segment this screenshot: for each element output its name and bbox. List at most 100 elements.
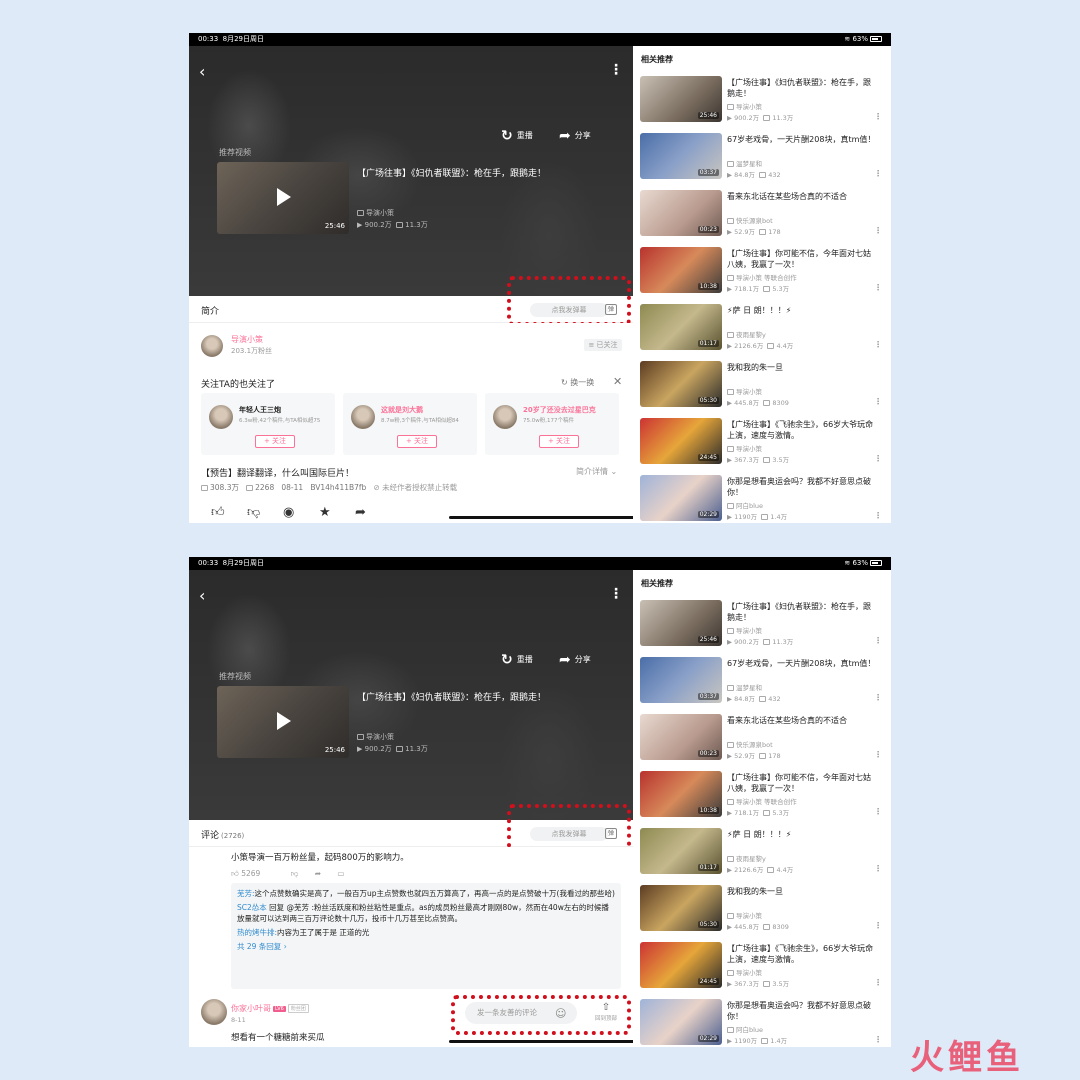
- close-icon[interactable]: ✕: [613, 375, 622, 388]
- back-arrow-icon[interactable]: ‹: [199, 586, 205, 605]
- related-thumbnail[interactable]: 00:23: [640, 190, 722, 236]
- more-vertical-icon[interactable]: ⋮: [874, 636, 882, 645]
- reply-icon[interactable]: ▭: [337, 869, 344, 878]
- video-player[interactable]: ‹ ⋮ ↻ 重播 ➦ 分享 推荐视频 25:46 【广场往事】《妇仇者联盟》：枪在手…: [189, 570, 633, 820]
- related-thumbnail[interactable]: 25:46: [640, 76, 722, 122]
- share-icon[interactable]: ➦: [355, 505, 391, 520]
- tab-intro[interactable]: 简介: [201, 304, 219, 317]
- like-icon[interactable]: 👍︎: [211, 505, 247, 520]
- related-item[interactable]: 01:17 ⚡萨 日 朗！！！⚡ 夜雨星黎y ▶ 2126.6万 4.4万 ⋮: [640, 828, 886, 878]
- swap-button[interactable]: ↻ 换一换: [561, 377, 594, 388]
- related-title-text[interactable]: 【广场往事】你可能不信，今年面对七姑八姨，我赢了一次！: [727, 248, 877, 270]
- recommend-title[interactable]: 【广场往事】《妇仇者联盟》：枪在手，跟鹅走！: [357, 166, 546, 179]
- related-thumbnail[interactable]: 25:46: [640, 600, 722, 646]
- reply-list[interactable]: 芜芳:这个点赞数确实是高了，一般百万up主点赞数也就四五万算高了，再高一点的是点…: [231, 883, 621, 989]
- more-vertical-icon[interactable]: ⋮: [874, 511, 882, 520]
- follow-button[interactable]: + 关注: [397, 435, 437, 448]
- related-item[interactable]: 25:46 【广场往事】《妇仇者联盟》：枪在手，跟鹅走！ 导演小策 ▶ 900.…: [640, 76, 886, 126]
- related-item[interactable]: 02:29 你那是想看奥运会吗？我都不好意思点破你！ 阿白blue ▶ 1190…: [640, 999, 886, 1047]
- more-vertical-icon[interactable]: ⋮: [874, 112, 882, 121]
- more-vertical-icon[interactable]: ⋮: [609, 586, 623, 602]
- more-vertical-icon[interactable]: ⋮: [874, 750, 882, 759]
- related-item[interactable]: 00:23 看来东北话在某些场合真的不适合 快乐源泉bot ▶ 52.9万 17…: [640, 190, 886, 240]
- tab-comments[interactable]: 评论 (2726): [201, 828, 244, 841]
- related-item[interactable]: 02:29 你那是想看奥运会吗？我都不好意思点破你！ 阿白blue ▶ 1190…: [640, 475, 886, 523]
- related-thumbnail[interactable]: 02:29: [640, 475, 722, 521]
- related-title-text[interactable]: 看来东北话在某些场合真的不适合: [727, 715, 877, 726]
- recommend-thumbnail[interactable]: 25:46: [217, 686, 349, 758]
- related-item[interactable]: 05:30 我和我的朱一旦 导演小策 ▶ 445.8万 8309 ⋮: [640, 885, 886, 935]
- related-thumbnail[interactable]: 02:29: [640, 999, 722, 1045]
- related-thumbnail[interactable]: 24:45: [640, 942, 722, 988]
- more-vertical-icon[interactable]: ⋮: [874, 283, 882, 292]
- related-title-text[interactable]: 【广场往事】《飞驰余生》，66岁大爷玩命上演，速度与激情。: [727, 943, 877, 965]
- share-button[interactable]: ➦ 分享: [559, 128, 591, 144]
- related-thumbnail[interactable]: 10:38: [640, 247, 722, 293]
- related-title-text[interactable]: 【广场往事】《妇仇者联盟》：枪在手，跟鹅走！: [727, 601, 877, 623]
- reply-author[interactable]: 芜芳:: [237, 889, 255, 898]
- related-item[interactable]: 24:45 【广场往事】《飞驰余生》，66岁大爷玩命上演，速度与激情。 导演小策…: [640, 942, 886, 992]
- related-thumbnail[interactable]: 03:37: [640, 657, 722, 703]
- avatar[interactable]: [201, 335, 223, 357]
- recommend-title[interactable]: 【广场往事】《妇仇者联盟》：枪在手，跟鹅走！: [357, 690, 546, 703]
- avatar[interactable]: [201, 999, 227, 1025]
- related-thumbnail[interactable]: 01:17: [640, 304, 722, 350]
- related-item[interactable]: 10:38 【广场往事】你可能不信，今年面对七姑八姨，我赢了一次！ 导演小策 等…: [640, 771, 886, 821]
- related-thumbnail[interactable]: 05:30: [640, 885, 722, 931]
- related-thumbnail[interactable]: 03:37: [640, 133, 722, 179]
- related-item[interactable]: 03:37 67岁老戏骨，一天片酬208块，真tm值！ 温梦星和 ▶ 84.8万…: [640, 133, 886, 183]
- more-vertical-icon[interactable]: ⋮: [874, 978, 882, 987]
- recommend-thumbnail[interactable]: 25:46: [217, 162, 349, 234]
- share-icon[interactable]: ➦: [315, 869, 321, 878]
- back-arrow-icon[interactable]: ‹: [199, 62, 205, 81]
- all-replies-link[interactable]: 共 29 条回复 ›: [237, 941, 615, 952]
- replay-button[interactable]: ↻ 重播: [501, 652, 533, 668]
- related-title-text[interactable]: 【广场往事】《妇仇者联盟》：枪在手，跟鹅走！: [727, 77, 877, 99]
- more-vertical-icon[interactable]: ⋮: [874, 864, 882, 873]
- more-vertical-icon[interactable]: ⋮: [874, 921, 882, 930]
- related-title-text[interactable]: 【广场往事】《飞驰余生》，66岁大爷玩命上演，速度与激情。: [727, 419, 877, 441]
- related-item[interactable]: 10:38 【广场往事】你可能不信，今年面对七姑八姨，我赢了一次！ 导演小策 等…: [640, 247, 886, 297]
- more-vertical-icon[interactable]: ⋮: [874, 807, 882, 816]
- related-thumbnail[interactable]: 00:23: [640, 714, 722, 760]
- more-vertical-icon[interactable]: ⋮: [874, 340, 882, 349]
- related-title-text[interactable]: ⚡萨 日 朗！！！⚡: [727, 305, 877, 316]
- follow-button[interactable]: + 关注: [539, 435, 579, 448]
- star-icon[interactable]: ★: [319, 505, 355, 520]
- related-item[interactable]: 25:46 【广场往事】《妇仇者联盟》：枪在手，跟鹅走！ 导演小策 ▶ 900.…: [640, 600, 886, 650]
- more-vertical-icon[interactable]: ⋮: [609, 62, 623, 78]
- reply-author[interactable]: 热的烤牛排:: [237, 928, 277, 937]
- related-item[interactable]: 01:17 ⚡萨 日 朗！！！⚡ 夜雨星黎y ▶ 2126.6万 4.4万 ⋮: [640, 304, 886, 354]
- reply-author[interactable]: SC2怂本: [237, 903, 267, 912]
- share-button[interactable]: ➦ 分享: [559, 652, 591, 668]
- dislike-icon[interactable]: 👎︎: [291, 869, 299, 878]
- video-player[interactable]: ‹ ⋮ ↻ 重播 ➦ 分享 推荐视频 25:46 【广场往事】《妇仇者联盟》：枪在手…: [189, 46, 633, 296]
- related-title-text[interactable]: 你那是想看奥运会吗？我都不好意思点破你！: [727, 476, 877, 498]
- dislike-icon[interactable]: 👎︎: [247, 505, 283, 520]
- follow-card[interactable]: 20岁了还没去过星巴克 75.0w粉,177个稿件 + 关注: [485, 393, 619, 455]
- more-vertical-icon[interactable]: ⋮: [874, 226, 882, 235]
- follow-card[interactable]: 这就是刘大鹅 8.7w粉,3个稿件,与TA相似超84 + 关注: [343, 393, 477, 455]
- related-title-text[interactable]: 【广场往事】你可能不信，今年面对七姑八姨，我赢了一次！: [727, 772, 877, 794]
- related-title-text[interactable]: 67岁老戏骨，一天片酬208块，真tm值！: [727, 134, 877, 145]
- related-title-text[interactable]: 我和我的朱一旦: [727, 886, 877, 897]
- comment-author[interactable]: 你家小叶哥 LV6 粉丝团: [231, 1003, 309, 1014]
- related-thumbnail[interactable]: 05:30: [640, 361, 722, 407]
- related-title-text[interactable]: 67岁老戏骨，一天片酬208块，真tm值！: [727, 658, 877, 669]
- related-title-text[interactable]: 你那是想看奥运会吗？我都不好意思点破你！: [727, 1000, 877, 1022]
- related-item[interactable]: 03:37 67岁老戏骨，一天片酬208块，真tm值！ 温梦星和 ▶ 84.8万…: [640, 657, 886, 707]
- more-vertical-icon[interactable]: ⋮: [874, 397, 882, 406]
- related-item[interactable]: 24:45 【广场往事】《飞驰余生》，66岁大爷玩命上演，速度与激情。 导演小策…: [640, 418, 886, 468]
- follow-button[interactable]: + 关注: [255, 435, 295, 448]
- detail-toggle[interactable]: 简介详情 ⌄: [576, 466, 617, 477]
- more-vertical-icon[interactable]: ⋮: [874, 169, 882, 178]
- more-vertical-icon[interactable]: ⋮: [874, 454, 882, 463]
- follow-card[interactable]: 年轻人王三炮 6.3w粉,42个稿件,与TA相似超75 + 关注: [201, 393, 335, 455]
- related-title-text[interactable]: 看来东北话在某些场合真的不适合: [727, 191, 877, 202]
- replay-button[interactable]: ↻ 重播: [501, 128, 533, 144]
- related-thumbnail[interactable]: 10:38: [640, 771, 722, 817]
- up-name[interactable]: 导演小策: [231, 334, 263, 345]
- coin-icon[interactable]: ◉: [283, 505, 319, 520]
- more-vertical-icon[interactable]: ⋮: [874, 693, 882, 702]
- like-button[interactable]: 👍︎ 5269: [231, 869, 274, 878]
